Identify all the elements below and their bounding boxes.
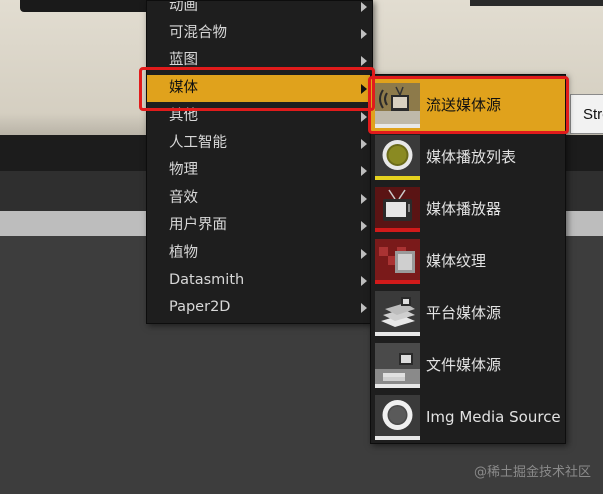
menu-item-label: 音效 [169, 190, 198, 206]
menu-item-label: 植物 [169, 245, 198, 261]
menu-item-label: 用户界面 [169, 217, 227, 233]
annotation-highlight-streaming-media-source [368, 76, 569, 134]
submenu-item-file-media-source[interactable]: 文件媒体源 [371, 339, 565, 391]
chevron-right-icon [361, 2, 367, 12]
submenu-item-label: 媒体播放器 [426, 200, 502, 218]
file-media-source-icon [375, 343, 420, 388]
chevron-right-icon [361, 56, 367, 66]
chevron-right-icon [361, 139, 367, 149]
menu-item-label: Datasmith [169, 272, 245, 288]
viewport-object [20, 0, 160, 12]
submenu-item-img-media-source[interactable]: Img Media Source [371, 391, 565, 443]
asset-color-strip [375, 436, 420, 440]
chevron-right-icon [361, 276, 367, 286]
submenu-item-label: 媒体纹理 [426, 252, 487, 270]
submenu-item-media-texture[interactable]: 媒体纹理 [371, 235, 565, 287]
viewport-object-right [470, 0, 603, 6]
menu-item-sounds[interactable]: 音效 [147, 185, 370, 212]
chevron-right-icon [361, 303, 367, 313]
platform-media-source-icon [375, 291, 420, 336]
chevron-right-icon [361, 29, 367, 39]
menu-item-label: 物理 [169, 162, 198, 178]
media-player-icon [375, 187, 420, 232]
chevron-right-icon [361, 112, 367, 122]
submenu-item-label: 媒体播放列表 [426, 148, 517, 166]
menu-item-user-interface[interactable]: 用户界面 [147, 212, 370, 239]
menu-item-ai[interactable]: 人工智能 [147, 130, 370, 157]
menu-item-paper2d[interactable]: Paper2D [147, 294, 370, 321]
submenu-item-media-player[interactable]: 媒体播放器 [371, 183, 565, 235]
asset-color-strip [375, 280, 420, 284]
chevron-right-icon [361, 194, 367, 204]
menu-item-blendables[interactable]: 可混合物 [147, 20, 370, 47]
submenu-item-platform-media-source[interactable]: 平台媒体源 [371, 287, 565, 339]
menu-item-physics[interactable]: 物理 [147, 157, 370, 184]
submenu-item-media-playlist[interactable]: 媒体播放列表 [371, 131, 565, 183]
submenu-item-label: 平台媒体源 [426, 304, 502, 322]
asset-color-strip [375, 384, 420, 388]
chevron-right-icon [361, 249, 367, 259]
media-playlist-icon [375, 135, 420, 180]
menu-item-foliage[interactable]: 植物 [147, 240, 370, 267]
menu-item-label: 动画 [169, 0, 198, 14]
menu-item-label: 可混合物 [169, 25, 227, 41]
watermark-text: @稀土掘金技术社区 [474, 465, 592, 480]
media-texture-icon [375, 239, 420, 284]
chevron-right-icon [361, 166, 367, 176]
menu-item-label: Paper2D [169, 299, 231, 315]
img-media-source-icon [375, 395, 420, 440]
submenu-item-label: 文件媒体源 [426, 356, 502, 374]
context-menu: 动画 可混合物 蓝图 媒体 其他 人工智能 物理 音效 用户界面 植物 Data… [146, 0, 373, 324]
side-button[interactable]: Stre [570, 94, 603, 134]
submenu-item-label: Img Media Source [426, 408, 561, 426]
asset-color-strip [375, 176, 420, 180]
chevron-right-icon [361, 221, 367, 231]
menu-item-animation[interactable]: 动画 [147, 0, 370, 20]
menu-item-datasmith[interactable]: Datasmith [147, 267, 370, 294]
asset-color-strip [375, 228, 420, 232]
annotation-highlight-media [139, 67, 375, 111]
asset-color-strip [375, 332, 420, 336]
menu-item-label: 人工智能 [169, 135, 227, 151]
